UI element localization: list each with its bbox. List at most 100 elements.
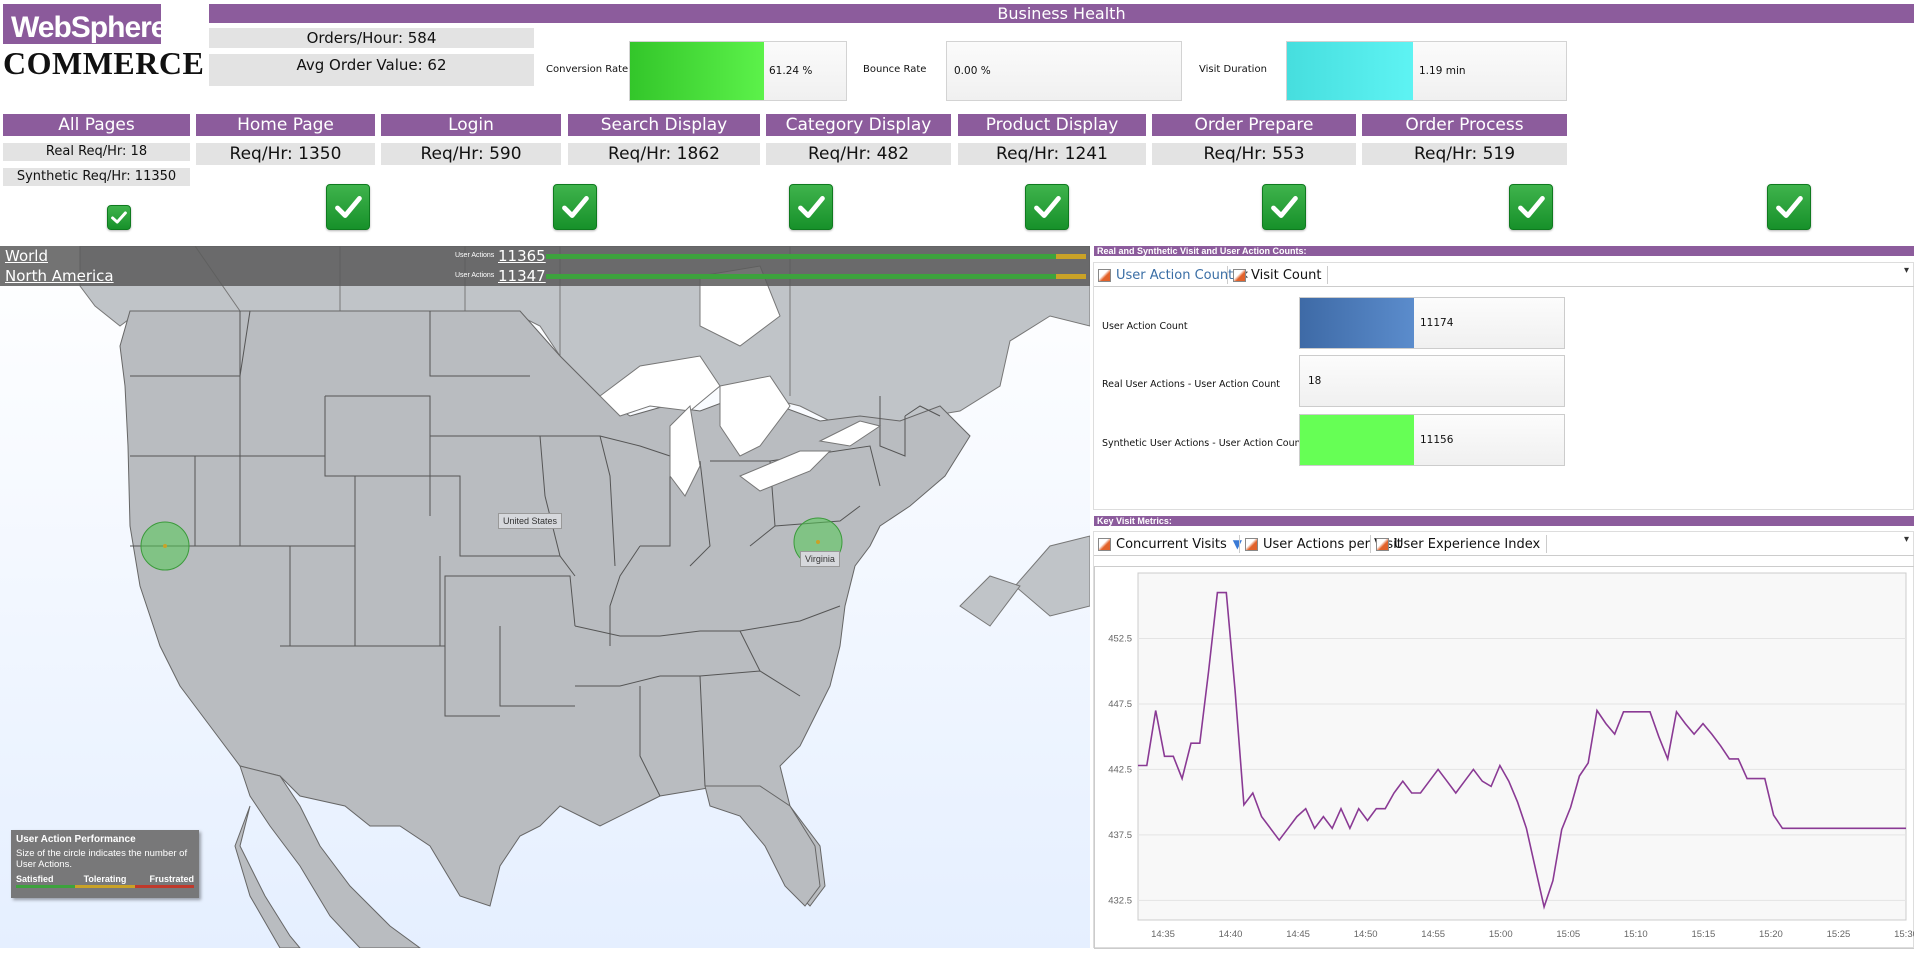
page-header-category-display[interactable]: Category Display [766, 114, 951, 136]
x-tick-label: 15:00 [1489, 929, 1513, 940]
category-display-status-check-icon[interactable] [1025, 184, 1069, 230]
y-tick-label: 442.5 [1108, 764, 1132, 775]
visit-duration-bar: 1.19 min [1286, 41, 1567, 101]
conversion-rate-value: 61.24 % [769, 65, 813, 77]
map-row-world[interactable]: World User Actions 11365 [0, 246, 1090, 266]
concurrent-visits-line-chart: 432.5 437.5 442.5 447.5 452.5 14:35 14:40 14:45… [1108, 572, 1914, 940]
search-display-req: Req/Hr: 1862 [568, 143, 760, 165]
visit-panel: Concurrent Visits ▼ ✕ User Actions per V… [1093, 531, 1914, 949]
legend-frustrated-swatch [134, 885, 194, 888]
order-prepare-req: Req/Hr: 553 [1152, 143, 1356, 165]
legend-text: Size of the circle indicates the number … [16, 848, 188, 870]
conversion-rate-fill [630, 42, 764, 100]
page-header-all-pages[interactable]: All Pages [3, 114, 190, 136]
user-action-performance-legend: User Action Performance Size of the circ… [11, 830, 199, 898]
conversion-rate-bar: 61.24 % [629, 41, 847, 101]
north-america-ua-bar-tolerating [1056, 274, 1086, 279]
metric-bar-user-action-count: 11174 [1299, 297, 1565, 349]
order-process-req: Req/Hr: 519 [1362, 143, 1567, 165]
counts-panel: User Action Count ✕ Visit Count ▾ User A… [1093, 262, 1914, 510]
metric-value-user-action-count: 11174 [1420, 317, 1454, 329]
visit-tab-strip: Concurrent Visits ▼ ✕ User Actions per V… [1094, 532, 1914, 556]
page-header-home-page[interactable]: Home Page [196, 114, 375, 136]
login-status-check-icon[interactable] [553, 184, 597, 230]
chart-icon [1233, 268, 1246, 282]
north-america-map[interactable]: United States Virginia World User Action… [0, 246, 1090, 948]
visit-duration-label: Visit Duration [1199, 64, 1267, 75]
metric-label-real-user-actions: Real User Actions - User Action Count [1102, 379, 1280, 390]
all-pages-real-req: Real Req/Hr: 18 [3, 143, 190, 161]
region-label-united-states: United States [498, 513, 563, 529]
business-health-title: Business Health [209, 4, 1914, 23]
websphere-commerce-logo: WebSphere® COMMERCE [3, 4, 205, 81]
all-pages-status-check-icon[interactable] [107, 205, 131, 230]
north-america-ua-label: User Actions [455, 272, 495, 279]
search-display-status-check-icon[interactable] [789, 184, 833, 230]
north-america-ua-bar-satisfied [546, 274, 1056, 279]
y-tick-label: 432.5 [1108, 895, 1132, 906]
world-ua-label: User Actions [455, 252, 495, 259]
logo-top: WebSphere® [3, 4, 174, 44]
visit-panel-title: Key Visit Metrics: [1094, 516, 1914, 526]
legend-frustrated: Frustrated [134, 874, 194, 888]
visit-duration-value: 1.19 min [1419, 65, 1466, 77]
bounce-rate-value: 0.00 % [954, 65, 991, 77]
metric-value-synthetic-user-actions: 11156 [1420, 434, 1454, 446]
product-display-status-check-icon[interactable] [1262, 184, 1306, 230]
map-row-north-america[interactable]: North America User Actions 11347 [0, 266, 1090, 286]
tab-menu-chevron-down-icon[interactable]: ▾ [1904, 265, 1909, 276]
x-tick-label: 14:35 [1151, 929, 1175, 940]
x-tick-label: 15:20 [1759, 929, 1783, 940]
concurrent-visits-chart[interactable]: 432.5 437.5 442.5 447.5 452.5 14:35 14:40 14:45… [1094, 566, 1914, 949]
logo-registered-mark: ® [166, 18, 174, 29]
page-header-order-prepare[interactable]: Order Prepare [1152, 114, 1356, 136]
tab-visit-count[interactable]: Visit Count [1227, 266, 1329, 284]
map-link-north-america[interactable]: North America [5, 266, 114, 286]
page-header-search-display[interactable]: Search Display [568, 114, 760, 136]
order-prepare-status-check-icon[interactable] [1509, 184, 1553, 230]
visit-tab-menu-chevron-down-icon[interactable]: ▾ [1904, 534, 1909, 545]
x-tick-label: 15:15 [1691, 929, 1715, 940]
x-tick-label: 14:55 [1421, 929, 1445, 940]
home-page-status-check-icon[interactable] [326, 184, 370, 230]
map-link-world[interactable]: World [5, 246, 48, 266]
world-ua-bar-tolerating [1056, 254, 1086, 259]
tab-concurrent-visits-label: Concurrent Visits [1116, 536, 1227, 552]
orders-per-hour: Orders/Hour: 584 [209, 28, 534, 48]
page-header-order-process[interactable]: Order Process [1362, 114, 1567, 136]
tab-user-action-count-label: User Action Count [1116, 267, 1234, 283]
product-display-req: Req/Hr: 1241 [958, 143, 1146, 165]
x-tick-label: 14:40 [1219, 929, 1243, 940]
legend-satisfied-label: Satisfied [16, 874, 54, 884]
metric-fill-synthetic-user-actions [1300, 415, 1414, 465]
tab-visit-count-label: Visit Count [1251, 267, 1322, 283]
page-header-login[interactable]: Login [381, 114, 561, 136]
conversion-rate-label: Conversion Rate [546, 64, 629, 75]
login-req: Req/Hr: 590 [381, 143, 561, 165]
legend-frustrated-label: Frustrated [149, 874, 194, 884]
category-display-req: Req/Hr: 482 [766, 143, 951, 165]
chart-icon [1245, 537, 1258, 551]
home-page-req: Req/Hr: 1350 [196, 143, 375, 165]
counts-panel-title: Real and Synthetic Visit and User Action… [1094, 246, 1914, 256]
y-tick-label: 437.5 [1108, 830, 1132, 841]
x-tick-label: 15:05 [1556, 929, 1580, 940]
tab-user-experience-index[interactable]: User Experience Index [1370, 535, 1548, 553]
order-process-status-check-icon[interactable] [1767, 184, 1811, 230]
bounce-rate-label: Bounce Rate [863, 64, 927, 75]
world-ua-value[interactable]: 11365 [498, 246, 546, 266]
bounce-rate-bar: 0.00 % [946, 41, 1182, 101]
tab-concurrent-visits[interactable]: Concurrent Visits ▼ ✕ [1098, 535, 1257, 553]
chart-icon [1098, 537, 1111, 551]
north-america-ua-value[interactable]: 11347 [498, 266, 546, 286]
page-header-product-display[interactable]: Product Display [958, 114, 1146, 136]
logo-commerce-text: COMMERCE [3, 45, 205, 81]
avg-order-value: Avg Order Value: 62 [209, 54, 534, 86]
visit-duration-fill [1287, 42, 1413, 100]
counts-tab-strip: User Action Count ✕ Visit Count ▾ [1094, 263, 1914, 287]
x-tick-label: 14:50 [1354, 929, 1378, 940]
metric-bar-real-user-actions: 18 [1299, 355, 1565, 407]
legend-tolerating: Tolerating [75, 874, 135, 888]
chart-icon [1376, 537, 1389, 551]
y-tick-label: 447.5 [1108, 699, 1132, 710]
